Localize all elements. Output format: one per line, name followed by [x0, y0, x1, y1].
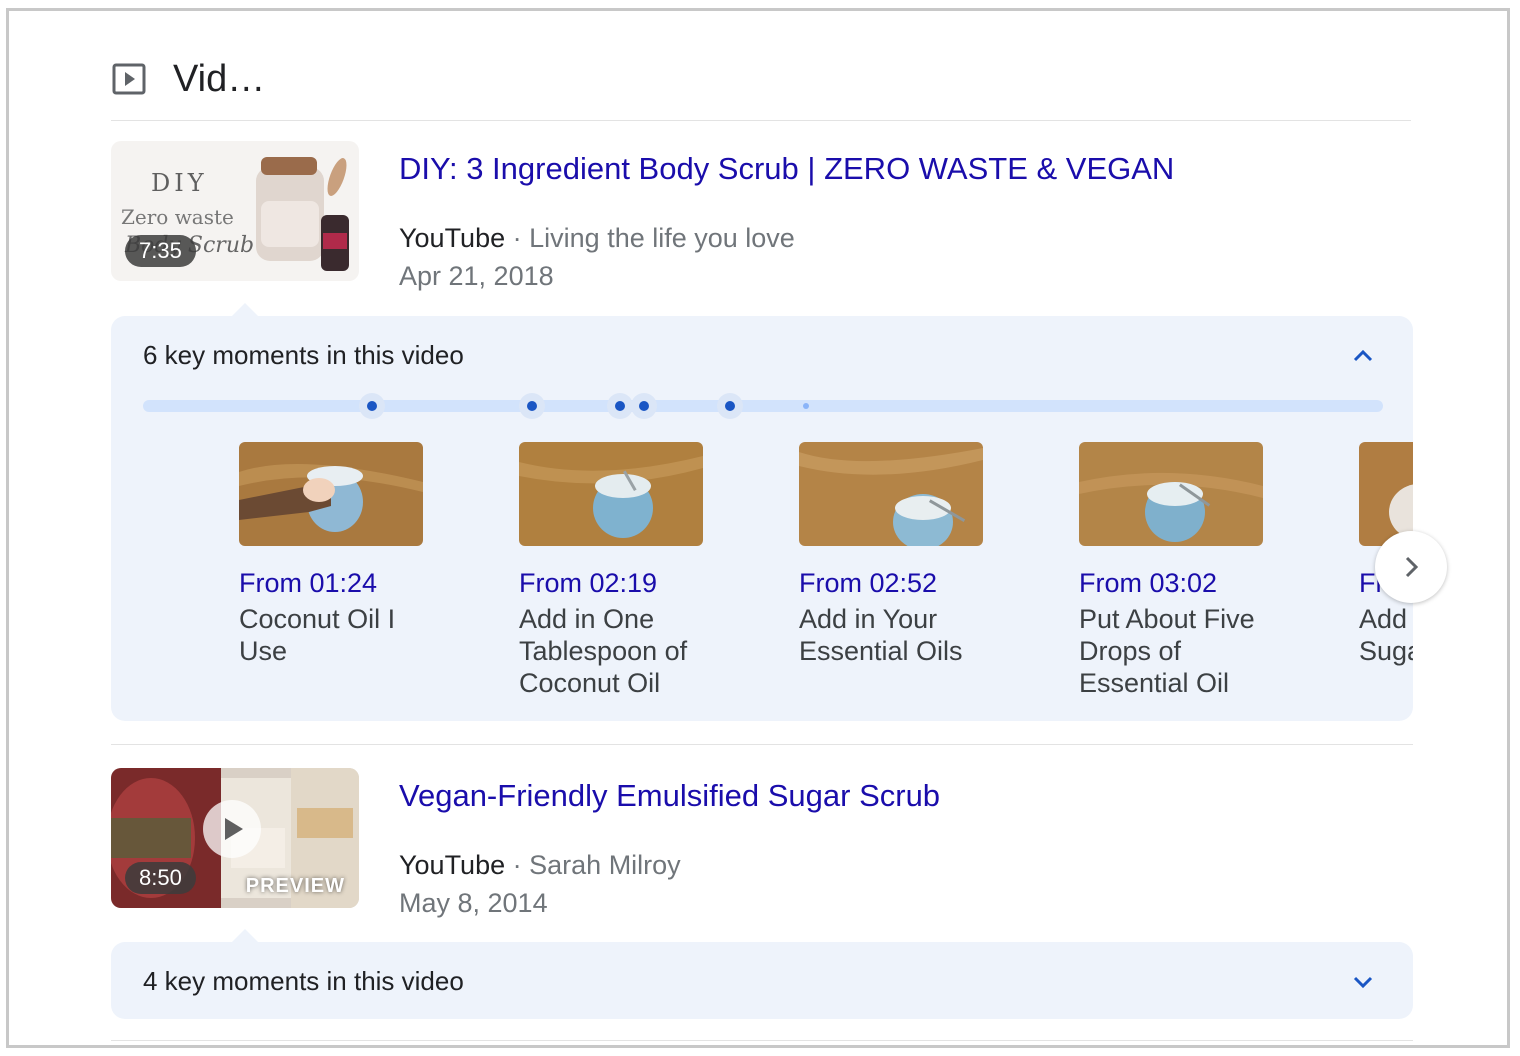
moment-label: Add Tablespoon Sugar: [1359, 604, 1413, 666]
key-moments-panel[interactable]: 4 key moments in this video: [111, 942, 1413, 1019]
channel-name: Sarah Milroy: [529, 850, 681, 880]
video-source: YouTube · Sarah Milroy: [399, 850, 681, 881]
thumbnail-text: DIY: [151, 169, 208, 197]
video-date: Apr 21, 2018: [399, 261, 554, 291]
key-moments-heading[interactable]: 6 key moments in this video: [143, 340, 464, 371]
section-title: Vid…: [173, 57, 266, 100]
channel-name: Living the life you love: [529, 223, 795, 253]
header-divider: [111, 120, 1411, 121]
moment-label: Put About Five Drops of Essential Oil: [1079, 604, 1255, 698]
key-moment-item[interactable]: From 02:52 Add in Your Essential Oils: [799, 442, 999, 667]
key-moments-panel: 6 key moments in this video From 01:24 C…: [111, 316, 1413, 721]
moment-label: Add in One Tablespoon of Coconut Oil: [519, 604, 688, 698]
moment-timestamp[interactable]: From 01:24: [239, 568, 439, 599]
videos-section-header: Vid…: [111, 49, 265, 109]
timeline-marker[interactable]: [519, 393, 545, 419]
video-thumbnail[interactable]: 8:50 PREVIEW: [111, 768, 359, 908]
chevron-right-icon: [1405, 556, 1419, 578]
separator: ·: [512, 223, 522, 253]
moment-thumbnail: [519, 442, 703, 546]
moment-thumbnail: [239, 442, 423, 546]
video-results-frame: Vid… DIY Zero waste Body Scrub 7:35 DIY:…: [6, 8, 1510, 1048]
video-title-link[interactable]: Vegan-Friendly Emulsified Sugar Scrub: [399, 778, 940, 814]
video-date: May 8, 2014: [399, 888, 548, 918]
key-moment-item[interactable]: From 03:02 Put About Five Drops of Essen…: [1079, 442, 1279, 699]
timeline-marker[interactable]: [607, 393, 633, 419]
video-source: YouTube · Living the life you love: [399, 223, 795, 254]
result-divider: [111, 744, 1413, 745]
source-name: YouTube: [399, 223, 506, 253]
moment-thumbnail: [1079, 442, 1263, 546]
moment-timestamp[interactable]: From 03:02: [1079, 568, 1279, 599]
key-moments-timeline[interactable]: [143, 393, 1383, 419]
source-name: YouTube: [399, 850, 506, 880]
key-moments-heading[interactable]: 4 key moments in this video: [143, 966, 464, 997]
panel-caret: [231, 929, 259, 943]
chevron-down-icon[interactable]: [1351, 970, 1375, 994]
timeline-marker[interactable]: [631, 393, 657, 419]
chevron-up-icon[interactable]: [1351, 344, 1375, 368]
moment-thumbnail: [799, 442, 983, 546]
separator: ·: [512, 850, 522, 880]
video-play-icon: [112, 63, 146, 95]
timeline-position-marker: [793, 393, 819, 419]
preview-label: PREVIEW: [245, 875, 345, 897]
moment-label: Coconut Oil I Use: [239, 604, 396, 666]
key-moment-item[interactable]: From 01:24 Coconut Oil I Use: [239, 442, 439, 667]
timeline-marker[interactable]: [717, 393, 743, 419]
timeline-marker[interactable]: [359, 393, 385, 419]
moment-label: Add in Your Essential Oils: [799, 604, 963, 666]
play-icon[interactable]: [203, 800, 261, 858]
moment-timestamp[interactable]: From 02:19: [519, 568, 719, 599]
video-title-link[interactable]: DIY: 3 Ingredient Body Scrub | ZERO WAST…: [399, 151, 1174, 187]
next-moments-button[interactable]: [1375, 531, 1447, 603]
duration-badge: 8:50: [125, 862, 196, 894]
thumbnail-text: Zero waste: [121, 205, 234, 229]
result-divider: [111, 1040, 1413, 1041]
key-moment-item[interactable]: From 02:19 Add in One Tablespoon of Coco…: [519, 442, 719, 699]
moment-timestamp[interactable]: From 02:52: [799, 568, 999, 599]
panel-caret: [231, 303, 259, 317]
video-thumbnail[interactable]: DIY Zero waste Body Scrub 7:35: [111, 141, 359, 281]
duration-badge: 7:35: [125, 235, 196, 267]
